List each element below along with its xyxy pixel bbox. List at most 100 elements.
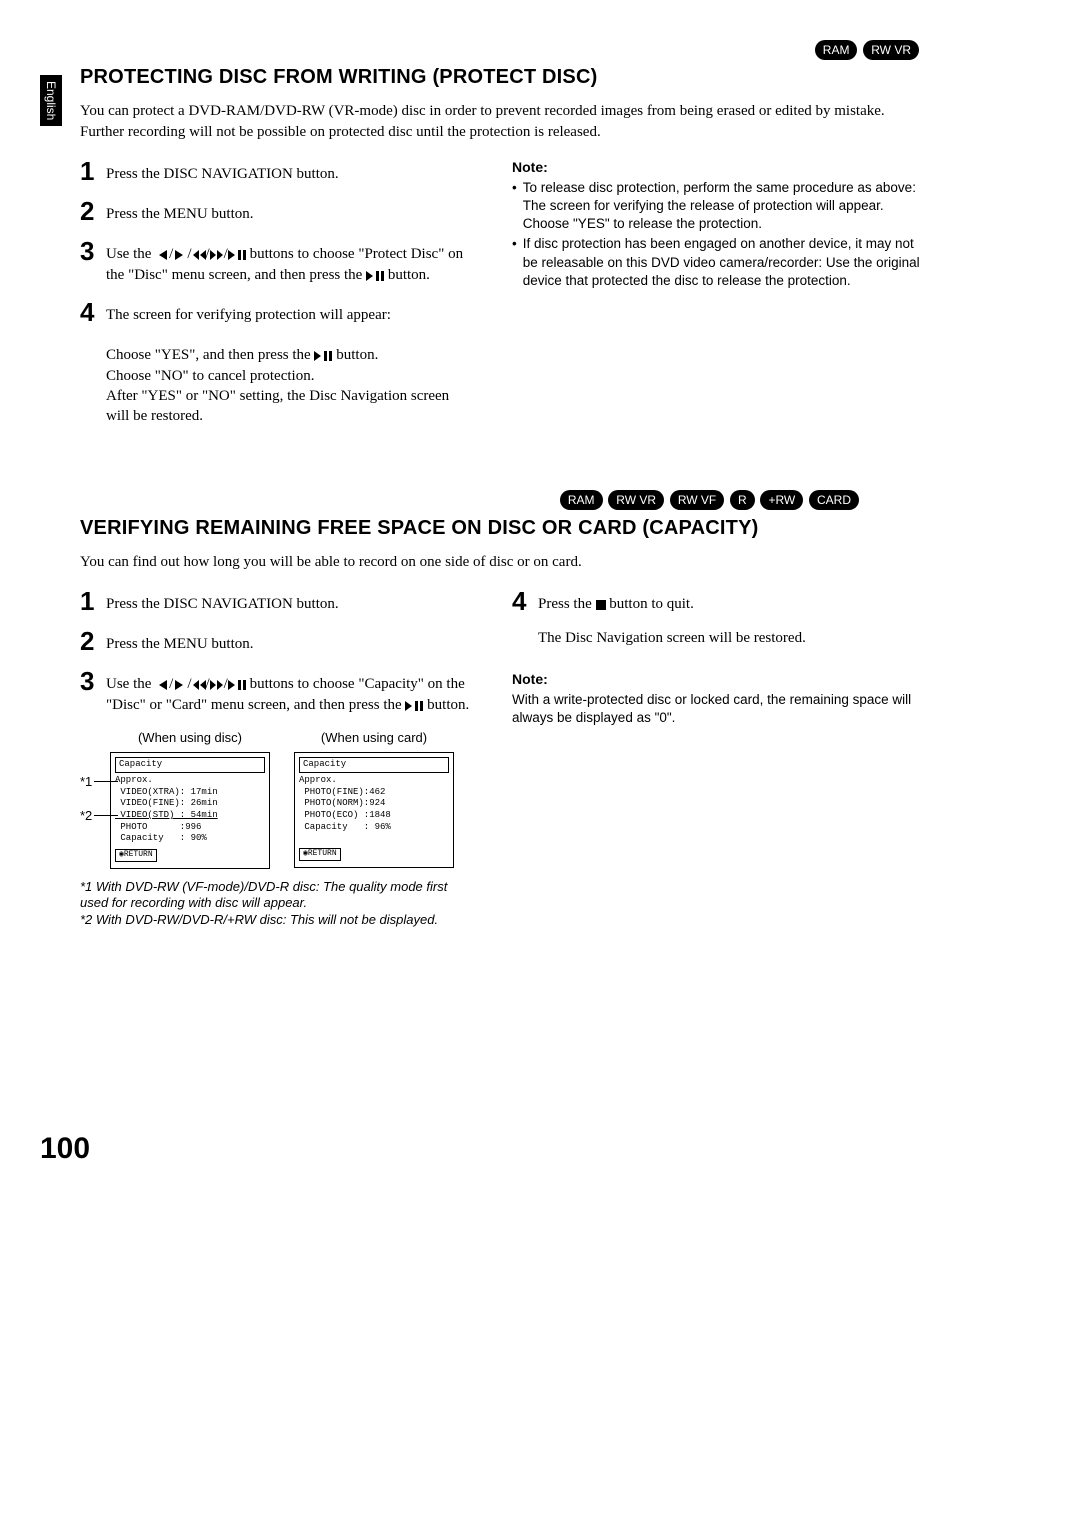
s2-step1: 1 Press the DISC NAVIGATION button. xyxy=(80,588,472,614)
s2-step4: 4 Press the button to quit. The Disc Nav… xyxy=(512,588,920,649)
step-number: 3 xyxy=(80,668,100,715)
return-button: ◉RETURN xyxy=(115,849,157,861)
step-number: 2 xyxy=(80,198,100,224)
s2-step2: 2 Press the MENU button. xyxy=(80,628,472,654)
text: button. xyxy=(423,697,469,713)
step-text: The screen for verifying protection will… xyxy=(106,299,472,427)
rewind-icon xyxy=(192,250,206,260)
s1-step4: 4 The screen for verifying protection wi… xyxy=(80,299,472,427)
text: The Disc Navigation screen will be resto… xyxy=(538,628,806,648)
capacity-panel-card: Capacity Approx. PHOTO(FINE):462 PHOTO(N… xyxy=(294,752,454,868)
panel-row: VIDEO(FINE): 26min xyxy=(115,798,265,810)
panel-title: Capacity xyxy=(115,757,265,773)
figure-label: (When using card) xyxy=(294,729,454,747)
section1-intro: You can protect a DVD-RAM/DVD-RW (VR-mod… xyxy=(80,101,920,142)
text: button. xyxy=(384,267,430,283)
panel-row: PHOTO(NORM):924 xyxy=(299,798,449,810)
annotation-2: *2 xyxy=(80,807,92,825)
rewind-icon xyxy=(192,680,206,690)
text: Choose "NO" to cancel protection. xyxy=(106,366,472,386)
forward-icon xyxy=(210,680,224,690)
return-button: ◉RETURN xyxy=(299,848,341,860)
bullet-icon: • xyxy=(512,179,517,234)
step-number: 4 xyxy=(80,299,100,427)
step-text: Press the MENU button. xyxy=(106,198,254,224)
next-track-icon xyxy=(173,680,187,690)
badge-rwvr: RW VR xyxy=(863,40,919,60)
badge-r: R xyxy=(730,490,755,510)
text: Press the xyxy=(538,596,596,612)
badge-rwvr: RW VR xyxy=(608,490,664,510)
play-pause-icon xyxy=(228,680,246,690)
step-text: Use the //// buttons to choose "Capacity… xyxy=(106,668,472,715)
bullet-icon: • xyxy=(512,235,517,290)
capacity-panel-disc: Capacity Approx. VIDEO(XTRA): 17min VIDE… xyxy=(110,752,270,868)
note-heading: Note: xyxy=(512,158,920,177)
panel-row: VIDEO(STD) : 54min xyxy=(115,810,265,822)
note-text: With a write-protected disc or locked ca… xyxy=(512,691,920,727)
text: Use the xyxy=(106,246,155,262)
badge-card: CARD xyxy=(809,490,859,510)
badge-rwvf: RW VF xyxy=(670,490,724,510)
step-number: 4 xyxy=(512,588,532,649)
footnote-2: *2 With DVD-RW/DVD-R/+RW disc: This will… xyxy=(80,912,472,929)
panel-row: Approx. xyxy=(115,775,265,787)
play-pause-icon xyxy=(366,271,384,281)
panel-row: PHOTO(ECO) :1848 xyxy=(299,810,449,822)
language-tab: English xyxy=(40,75,62,126)
annotation-1: *1 xyxy=(80,773,92,791)
note-item: If disc protection has been engaged on a… xyxy=(523,235,920,290)
footnotes: *1 With DVD-RW (VF-mode)/DVD-R disc: The… xyxy=(80,879,472,930)
play-pause-icon xyxy=(314,351,332,361)
text: Use the xyxy=(106,676,155,692)
s2-step3: 3 Use the //// buttons to choose "Capaci… xyxy=(80,668,472,715)
section2-title: VERIFYING REMAINING FREE SPACE ON DISC O… xyxy=(80,515,920,542)
step-text: Use the //// buttons to choose "Protect … xyxy=(106,238,472,285)
page-number: 100 xyxy=(40,1129,920,1170)
panel-title: Capacity xyxy=(299,757,449,773)
forward-icon xyxy=(210,250,224,260)
badge-ram: RAM xyxy=(560,490,603,510)
step-text: Press the MENU button. xyxy=(106,628,254,654)
figure-disc: *1 *2 (When using disc) Capacity Approx.… xyxy=(80,729,270,869)
badge-ram: RAM xyxy=(815,40,858,60)
section2-badges: RAM RW VR RW VF R +RW CARD xyxy=(80,490,920,510)
step-number: 2 xyxy=(80,628,100,654)
panel-row: Approx. xyxy=(299,775,449,787)
prev-track-icon xyxy=(155,250,169,260)
text: After "YES" or "NO" setting, the Disc Na… xyxy=(106,386,472,427)
section1-title: PROTECTING DISC FROM WRITING (PROTECT DI… xyxy=(80,64,920,91)
s1-step3: 3 Use the //// buttons to choose "Protec… xyxy=(80,238,472,285)
step-number: 1 xyxy=(80,158,100,184)
text: Choose "YES", and then press the xyxy=(106,347,314,363)
figure-card: (When using card) Capacity Approx. PHOTO… xyxy=(294,729,454,869)
text: button. xyxy=(332,347,378,363)
step-number: 1 xyxy=(80,588,100,614)
step-number: 3 xyxy=(80,238,100,285)
footnote-1: *1 With DVD-RW (VF-mode)/DVD-R disc: The… xyxy=(80,879,472,913)
note-heading: Note: xyxy=(512,670,920,689)
note-list: •To release disc protection, perform the… xyxy=(512,179,920,290)
next-track-icon xyxy=(173,250,187,260)
play-pause-icon xyxy=(405,701,423,711)
step-text: Press the button to quit. The Disc Navig… xyxy=(538,588,806,649)
stop-icon xyxy=(596,600,606,610)
step-text: Press the DISC NAVIGATION button. xyxy=(106,158,339,184)
badge-plusrw: +RW xyxy=(760,490,803,510)
prev-track-icon xyxy=(155,680,169,690)
play-pause-icon xyxy=(228,250,246,260)
panel-row: PHOTO :996 xyxy=(115,822,265,834)
panel-row: VIDEO(XTRA): 17min xyxy=(115,787,265,799)
text: button to quit. xyxy=(606,596,694,612)
text: The screen for verifying protection will… xyxy=(106,305,472,325)
figure-label: (When using disc) xyxy=(110,729,270,747)
note-item: To release disc protection, perform the … xyxy=(523,179,920,234)
section2-intro: You can find out how long you will be ab… xyxy=(80,552,920,572)
panel-row: Capacity : 96% xyxy=(299,822,449,834)
step-text: Press the DISC NAVIGATION button. xyxy=(106,588,339,614)
panel-row: PHOTO(FINE):462 xyxy=(299,787,449,799)
s1-step2: 2 Press the MENU button. xyxy=(80,198,472,224)
panel-row: Capacity : 90% xyxy=(115,833,265,845)
section1-badges: RAM RW VR xyxy=(80,40,920,60)
s1-step1: 1 Press the DISC NAVIGATION button. xyxy=(80,158,472,184)
